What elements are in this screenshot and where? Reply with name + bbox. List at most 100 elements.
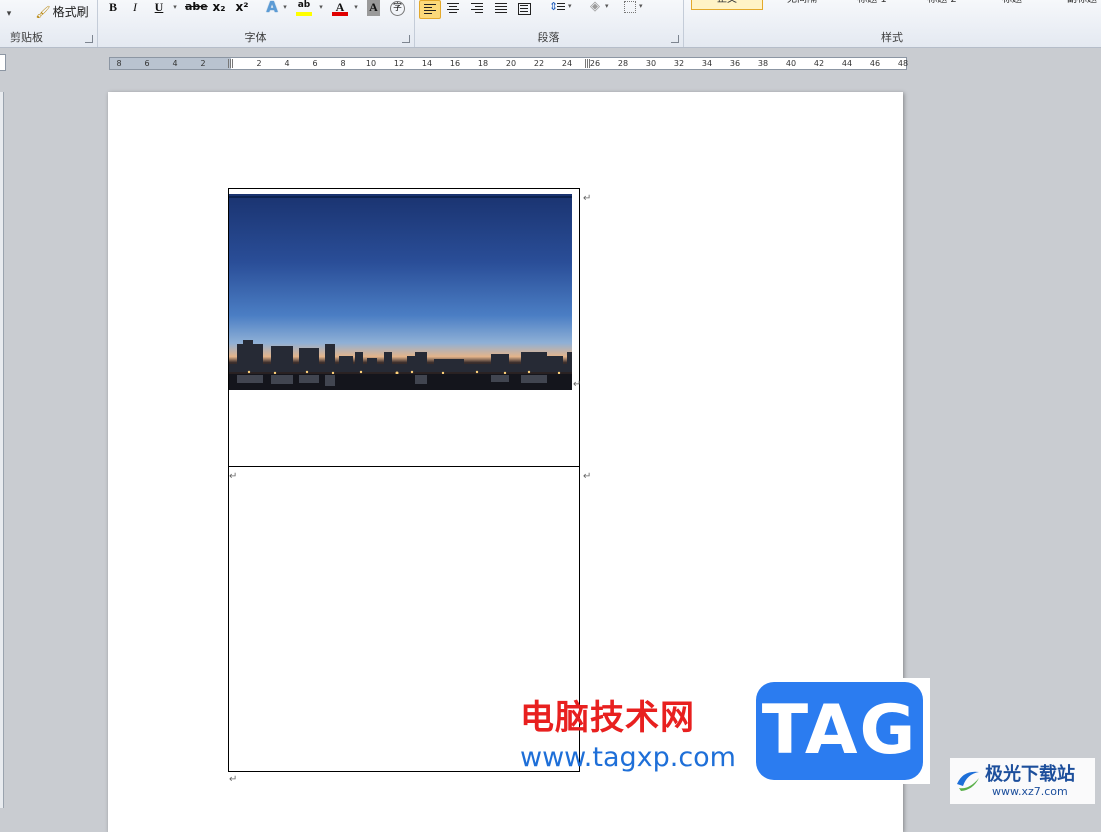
ruler-tick-label: 48 — [897, 59, 909, 68]
line-spacing-button[interactable]: ⇕ ▾ — [547, 0, 575, 17]
ruler-tick-label: 36 — [729, 59, 741, 68]
font-color-dropdown-icon[interactable]: ▾ — [352, 0, 360, 16]
brush-icon: 🖌 — [35, 5, 51, 19]
city-skyline-image[interactable] — [229, 194, 572, 390]
cell-paragraph-mark: ↵ — [229, 471, 238, 482]
clipboard-group: ▾ 🖌 格式刷 剪贴板 — [0, 0, 98, 47]
paste-dropdown[interactable]: ▾ — [4, 5, 14, 25]
align-left-button[interactable] — [419, 0, 441, 19]
ruler-tick-label: 8 — [116, 59, 122, 68]
paragraph-launcher-icon[interactable] — [671, 35, 679, 43]
watermark-tag-logo: TAG — [756, 682, 923, 780]
ruler-tick-label: 40 — [785, 59, 797, 68]
ruler-tick-label: 42 — [813, 59, 825, 68]
enclose-characters-button[interactable]: 字 — [390, 1, 405, 16]
ruler-tick-label: 26 — [589, 59, 601, 68]
ribbon: ▾ 🖌 格式刷 剪贴板 B I U ▾ abe x₂ x² A ▾ ab ▾ A … — [0, 0, 1101, 48]
justify-button[interactable] — [491, 0, 511, 17]
font-launcher-icon[interactable] — [402, 35, 410, 43]
ruler-tick-label: 18 — [477, 59, 489, 68]
ruler-tick-label: 8 — [340, 59, 346, 68]
align-right-button[interactable] — [467, 0, 487, 17]
format-painter-label: 格式刷 — [52, 5, 89, 19]
ruler-column-marker[interactable] — [585, 59, 591, 68]
ruler-tick-label: 20 — [505, 59, 517, 68]
highlight-dropdown-icon[interactable]: ▾ — [317, 0, 325, 16]
watermark-site-name: 电脑技术网 — [520, 698, 695, 738]
italic-button[interactable]: I — [130, 0, 140, 16]
horizontal-ruler[interactable]: 8 6 4 2 2 4 6 8 10 12 14 16 18 20 22 24 26 28 30 32 34 36 38 40… — [109, 57, 909, 70]
ruler-tick-label: 6 — [312, 59, 318, 68]
bold-button[interactable]: B — [107, 0, 119, 16]
shading-dropdown-icon: ▾ — [605, 2, 609, 10]
paint-bucket-icon: ◈ — [590, 0, 600, 14]
ruler-tick-label: 4 — [172, 59, 178, 68]
jg-swirl-icon — [957, 771, 979, 791]
ruler-tick-label: 10 — [365, 59, 377, 68]
ruler-tick-label: 14 — [421, 59, 433, 68]
ruler-tick-label: 2 — [200, 59, 206, 68]
font-group: B I U ▾ abe x₂ x² A ▾ ab ▾ A ▾ A 字 字体 — [97, 0, 415, 47]
watermark-jg-name: 极光下载站 — [985, 764, 1075, 785]
font-group-label: 字体 — [244, 31, 267, 44]
align-left-icon — [424, 4, 436, 16]
ruler-tick-label: 44 — [841, 59, 853, 68]
text-effect-dropdown-icon[interactable]: ▾ — [281, 0, 289, 16]
distributed-button[interactable] — [514, 0, 534, 17]
line-spacing-dropdown-icon: ▾ — [568, 2, 572, 10]
clipboard-launcher-icon[interactable] — [85, 35, 93, 43]
after-table-paragraph-mark: ↵ — [229, 774, 238, 785]
borders-dropdown-icon: ▾ — [639, 2, 643, 10]
clipboard-group-label: 剪贴板 — [10, 31, 43, 44]
shading-button[interactable]: ◈ ▾ — [588, 0, 614, 17]
ruler-tick-label: 30 — [645, 59, 657, 68]
align-center-icon — [447, 3, 459, 15]
ruler-indent-marker[interactable] — [228, 59, 234, 68]
watermark-site-url: www.tagxp.com — [520, 742, 736, 773]
vertical-ruler — [0, 92, 4, 808]
style-no-spacing[interactable]: 无间隔 — [767, 0, 837, 9]
underline-button[interactable]: U — [153, 0, 165, 16]
watermark-jg-url: www.xz7.com — [992, 785, 1068, 798]
paragraph-group: ⇕ ▾ ◈ ▾ ▾ 段落 — [414, 0, 684, 47]
ruler-tick-label: 2 — [256, 59, 262, 68]
ruler-tick-label: 34 — [701, 59, 713, 68]
ruler-tick-label: 46 — [869, 59, 881, 68]
styles-group: 正文 无间隔 标题 1 标题 2 标题 副标题 样式 — [683, 0, 1101, 47]
ruler-tick-label: 6 — [144, 59, 150, 68]
ruler-tick-label: 4 — [284, 59, 290, 68]
styles-group-label: 样式 — [881, 31, 903, 44]
character-shading-button[interactable]: A — [367, 0, 380, 16]
ruler-tick-label: 12 — [393, 59, 405, 68]
format-painter-button[interactable]: 🖌 格式刷 — [32, 3, 92, 23]
style-heading-2[interactable]: 标题 2 — [907, 0, 977, 9]
style-normal[interactable]: 正文 — [691, 0, 763, 10]
align-center-button[interactable] — [443, 0, 463, 17]
distributed-icon — [518, 3, 531, 15]
font-color-swatch — [332, 12, 348, 16]
superscript-button[interactable]: x² — [234, 0, 250, 16]
style-heading-1[interactable]: 标题 1 — [837, 0, 907, 9]
border-grid-icon — [624, 1, 636, 13]
borders-button[interactable]: ▾ — [621, 0, 647, 17]
image-paragraph-mark: ↵ — [573, 379, 582, 390]
ruler-tick-label: 28 — [617, 59, 629, 68]
align-right-icon — [471, 3, 483, 15]
style-subtitle[interactable]: 副标题 — [1047, 0, 1101, 9]
ruler-tick-label: 32 — [673, 59, 685, 68]
justify-icon — [495, 3, 507, 15]
end-of-row-mark: ↵ — [583, 471, 592, 482]
underline-dropdown-icon[interactable]: ▾ — [171, 0, 179, 16]
ruler-left-margin — [110, 58, 231, 69]
subscript-button[interactable]: x₂ — [211, 0, 227, 16]
highlight-color-swatch — [296, 12, 312, 16]
end-of-cell-mark: ↵ — [583, 193, 592, 204]
ruler-tick-label: 16 — [449, 59, 461, 68]
style-title[interactable]: 标题 — [977, 0, 1047, 9]
strikethrough-button[interactable]: abe — [185, 0, 208, 16]
text-effect-button[interactable]: A — [265, 0, 279, 16]
ruler-tick-label: 24 — [561, 59, 573, 68]
ruler-toggle-button[interactable] — [0, 54, 6, 71]
skyline-silhouette — [229, 340, 572, 390]
paragraph-group-label: 段落 — [537, 31, 560, 44]
